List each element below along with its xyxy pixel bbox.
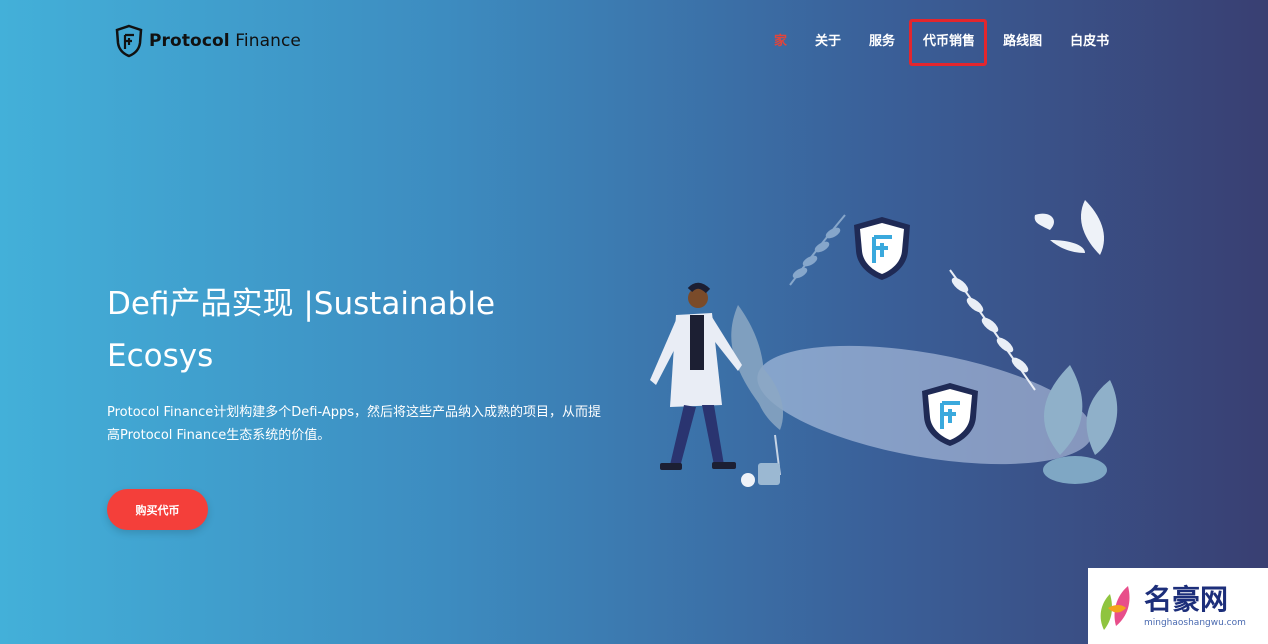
shield-logo-icon <box>115 24 143 58</box>
site-logo[interactable]: Protocol Finance <box>114 24 301 58</box>
nav-item-whitepaper[interactable]: 白皮书 <box>1070 30 1109 49</box>
nav-item-about[interactable]: 关于 <box>815 30 841 49</box>
hero-description: Protocol Finance计划构建多个Defi-Apps，然后将这些产品纳… <box>107 405 602 443</box>
shield-badge-top <box>854 217 910 280</box>
nav-item-services[interactable]: 服务 <box>869 30 895 49</box>
watermark-name: 名豪网 <box>1144 583 1229 616</box>
pot-decoration <box>758 463 780 485</box>
leaves-top-right-decoration <box>1034 200 1105 255</box>
nav-item-home[interactable]: 家 <box>774 30 787 49</box>
watermark-badge: 名豪网 minghaoshangwu.com <box>1088 568 1268 644</box>
scientist-figure <box>650 282 742 470</box>
logo-text: Protocol Finance <box>149 31 301 51</box>
watermark-logo-icon <box>1100 586 1130 630</box>
annotation-highlight-box <box>909 19 987 66</box>
hero-title: Defi产品实现 |Sustainable Ecosys <box>107 286 496 374</box>
hero-illustration <box>650 200 1118 487</box>
small-pot-decoration <box>741 473 755 487</box>
logo-text-rest: Finance <box>235 31 301 51</box>
plant-left-decoration <box>731 305 784 476</box>
logo-text-bold: Protocol <box>149 31 230 51</box>
watermark-url: minghaoshangwu.com <box>1144 618 1246 628</box>
buy-token-button[interactable]: 购买代币 <box>107 489 208 530</box>
nav-item-roadmap[interactable]: 路线图 <box>1003 30 1042 49</box>
fern-left-decoration <box>789 214 846 286</box>
